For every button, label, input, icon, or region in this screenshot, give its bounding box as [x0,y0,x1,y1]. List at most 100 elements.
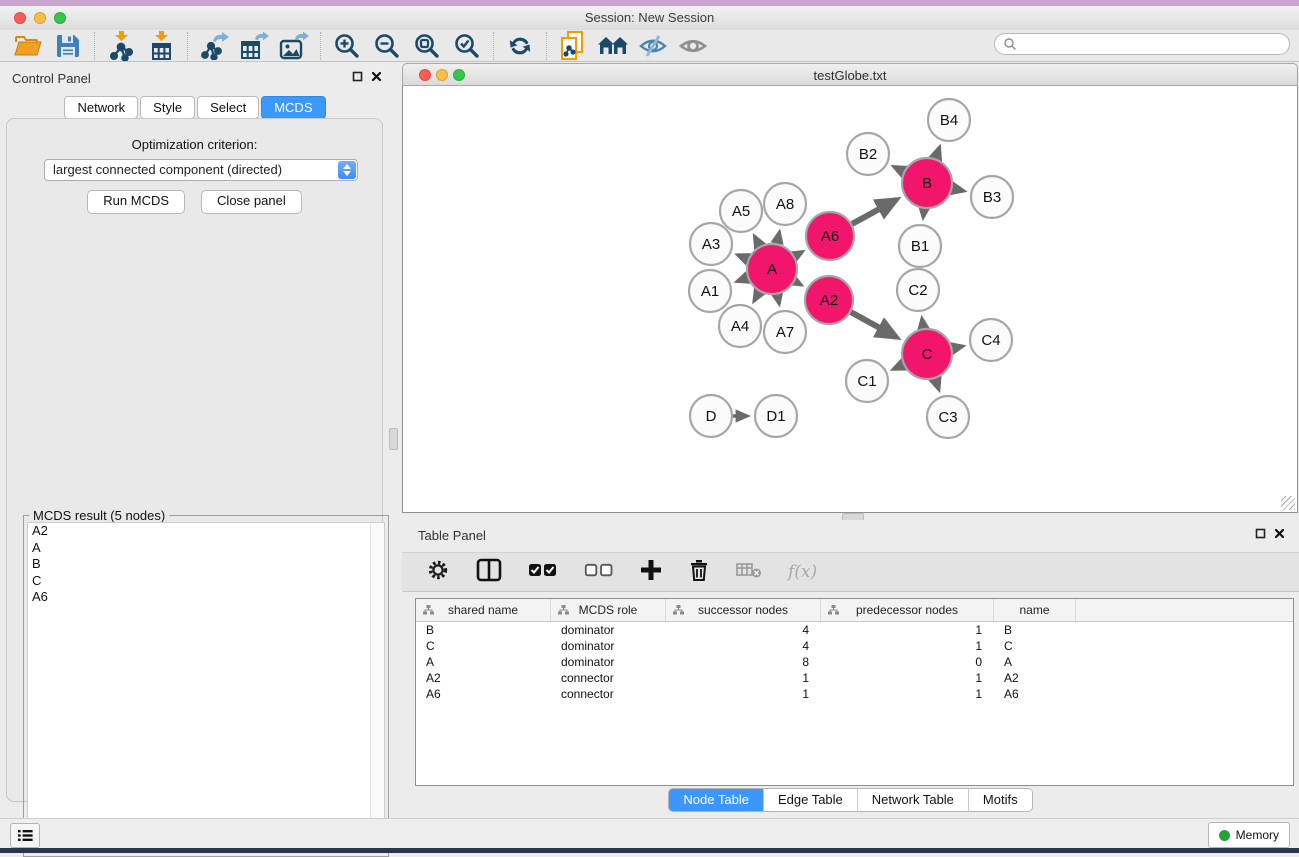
network-graph[interactable]: B4 B2 B B3 B1C2 A5A8 A3 A6A A1 A2 A4A7 C C4 C1 C3 D D1 [403,86,1297,511]
graph-node-D[interactable]: D [690,395,732,437]
new-network-from-selection-button[interactable] [553,31,593,61]
tab-motifs[interactable]: Motifs [969,789,1032,811]
table-cell[interactable]: A6 [416,687,551,701]
refresh-network-button[interactable] [500,31,540,61]
show-all-button[interactable] [673,31,713,61]
table-cell[interactable]: A6 [994,687,1076,701]
tab-edge-table[interactable]: Edge Table [764,789,858,811]
deselect-all-button[interactable] [584,561,614,584]
graph-node-A4[interactable]: A4 [719,305,761,347]
table-cell[interactable]: 0 [821,655,994,669]
mcds-result-item[interactable]: A2 [28,523,384,540]
graph-node-B1[interactable]: B1 [899,225,941,267]
table-cell[interactable]: dominator [551,655,666,669]
export-table-button[interactable] [234,31,274,61]
table-cell[interactable]: 8 [666,655,821,669]
table-row[interactable]: A2connector11A2 [416,670,1293,686]
criterion-dropdown[interactable]: largest connected component (directed) [44,159,358,181]
table-cell[interactable]: 1 [821,671,994,685]
table-cell[interactable]: A [994,655,1076,669]
table-cell[interactable]: 1 [821,687,994,701]
graph-node-C4[interactable]: C4 [970,319,1012,361]
tab-network-table[interactable]: Network Table [858,789,969,811]
mcds-result-item[interactable]: C [28,573,384,590]
tab-network[interactable]: Network [64,96,138,119]
import-network-button[interactable] [101,31,141,61]
table-cell[interactable]: dominator [551,639,666,653]
zoom-selected-button[interactable] [447,31,487,61]
graph-node-B4[interactable]: B4 [928,99,970,141]
table-cell[interactable]: connector [551,687,666,701]
select-all-button[interactable] [528,561,558,584]
function-builder-button[interactable]: f(x) [788,562,817,582]
float-panel-icon[interactable] [352,71,363,82]
table-cell[interactable]: 4 [666,623,821,637]
column-header-shared-name[interactable]: shared name [416,599,551,621]
task-history-button[interactable] [10,823,40,848]
graph-node-A5[interactable]: A5 [720,190,762,232]
tab-select[interactable]: Select [197,96,259,119]
apply-layout-button[interactable] [593,31,633,61]
column-header-predecessor-nodes[interactable]: predecessor nodes [821,599,994,621]
memory-button[interactable]: Memory [1208,822,1290,848]
table-cell[interactable]: 1 [821,639,994,653]
graph-node-C[interactable]: C [902,329,952,379]
graph-node-A6[interactable]: A6 [806,212,854,260]
table-settings-button[interactable] [426,558,450,587]
graph-node-C1[interactable]: C1 [846,360,888,402]
column-visibility-button[interactable] [476,558,502,587]
add-column-button[interactable] [640,559,662,586]
mcds-result-item[interactable]: A6 [28,589,384,606]
table-cell[interactable]: 4 [666,639,821,653]
hide-selected-button[interactable] [633,31,673,61]
tab-node-table[interactable]: Node Table [669,789,764,811]
graph-node-B3[interactable]: B3 [971,176,1013,218]
graph-node-B[interactable]: B [902,158,952,208]
graph-node-A1[interactable]: A1 [689,270,731,312]
close-panel-button[interactable]: Close panel [201,190,302,214]
delete-column-button[interactable] [688,558,710,587]
graph-node-B2[interactable]: B2 [847,133,889,175]
graph-node-C3[interactable]: C3 [927,396,969,438]
table-row[interactable]: Bdominator41B [416,622,1293,638]
graph-node-A7[interactable]: A7 [764,311,806,353]
table-row[interactable]: Adominator80A [416,654,1293,670]
global-search[interactable] [994,33,1290,55]
scrollbar[interactable] [370,523,384,851]
tab-mcds[interactable]: MCDS [261,96,325,119]
column-header-successor-nodes[interactable]: successor nodes [666,599,821,621]
search-input[interactable] [1021,36,1275,52]
export-image-button[interactable] [274,31,314,61]
float-panel-icon[interactable] [1255,528,1266,539]
window-resize-grip[interactable] [1281,496,1295,510]
export-network-button[interactable] [194,31,234,61]
table-cell[interactable]: 1 [821,623,994,637]
zoom-fit-button[interactable] [407,31,447,61]
zoom-in-button[interactable] [327,31,367,61]
import-table-button[interactable] [141,31,181,61]
graph-node-A[interactable]: A [747,244,797,294]
column-header-MCDS-role[interactable]: MCDS role [551,599,666,621]
table-cell[interactable]: 1 [666,671,821,685]
graph-node-D1[interactable]: D1 [755,395,797,437]
network-canvas[interactable]: B4 B2 B B3 B1C2 A5A8 A3 A6A A1 A2 A4A7 C C4 C1 C3 D D1 [402,86,1298,513]
graph-node-A3[interactable]: A3 [690,223,732,265]
save-session-button[interactable] [48,31,88,61]
delete-table-button[interactable] [736,560,762,585]
table-cell[interactable]: A2 [994,671,1076,685]
graph-node-A8[interactable]: A8 [764,183,806,225]
close-panel-icon[interactable] [1274,528,1285,539]
graph-node-C2[interactable]: C2 [897,269,939,311]
table-cell[interactable]: B [994,623,1076,637]
graph-node-A2[interactable]: A2 [805,276,853,324]
tab-style[interactable]: Style [140,96,195,119]
table-row[interactable]: A6connector11A6 [416,686,1293,702]
close-panel-icon[interactable] [371,71,382,82]
vertical-splitter-handle[interactable] [389,428,398,450]
table-cell[interactable]: connector [551,671,666,685]
mcds-result-item[interactable]: B [28,556,384,573]
table-cell[interactable]: C [994,639,1076,653]
table-row[interactable]: Cdominator41C [416,638,1293,654]
table-cell[interactable]: A2 [416,671,551,685]
table-cell[interactable]: A [416,655,551,669]
